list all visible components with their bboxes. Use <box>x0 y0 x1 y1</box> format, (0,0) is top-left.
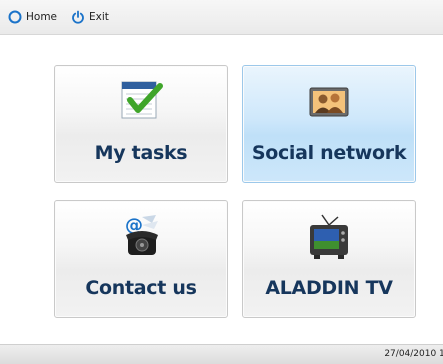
tile-social-network[interactable]: Social network <box>242 65 416 183</box>
tile-label: Contact us <box>85 277 197 299</box>
tasks-checklist-icon <box>116 78 166 128</box>
tile-aladdin-tv[interactable]: ALADDIN TV <box>242 200 416 318</box>
home-label: Home <box>26 11 58 23</box>
main-panel: My tasks Social network @ Contact us ALA… <box>13 35 443 345</box>
home-icon <box>8 10 22 24</box>
top-toolbar: Home Exit <box>0 0 443 35</box>
email-phone-icon: @ <box>116 213 166 265</box>
tile-label: Social network <box>251 142 407 164</box>
power-icon <box>71 10 85 24</box>
tile-label: My tasks <box>94 142 188 164</box>
home-button[interactable]: Home <box>8 10 57 24</box>
tile-my-tasks[interactable]: My tasks <box>54 65 228 183</box>
status-datetime: 27/04/2010 10:30 <box>384 349 443 359</box>
people-photo-icon <box>304 78 354 128</box>
television-icon <box>304 213 354 265</box>
tile-label: ALADDIN TV <box>265 277 393 299</box>
status-bar: 27/04/2010 10:30 <box>0 344 443 364</box>
tile-contact-us[interactable]: @ Contact us <box>54 200 228 318</box>
exit-label: Exit <box>89 11 109 23</box>
exit-button[interactable]: Exit <box>71 10 109 24</box>
